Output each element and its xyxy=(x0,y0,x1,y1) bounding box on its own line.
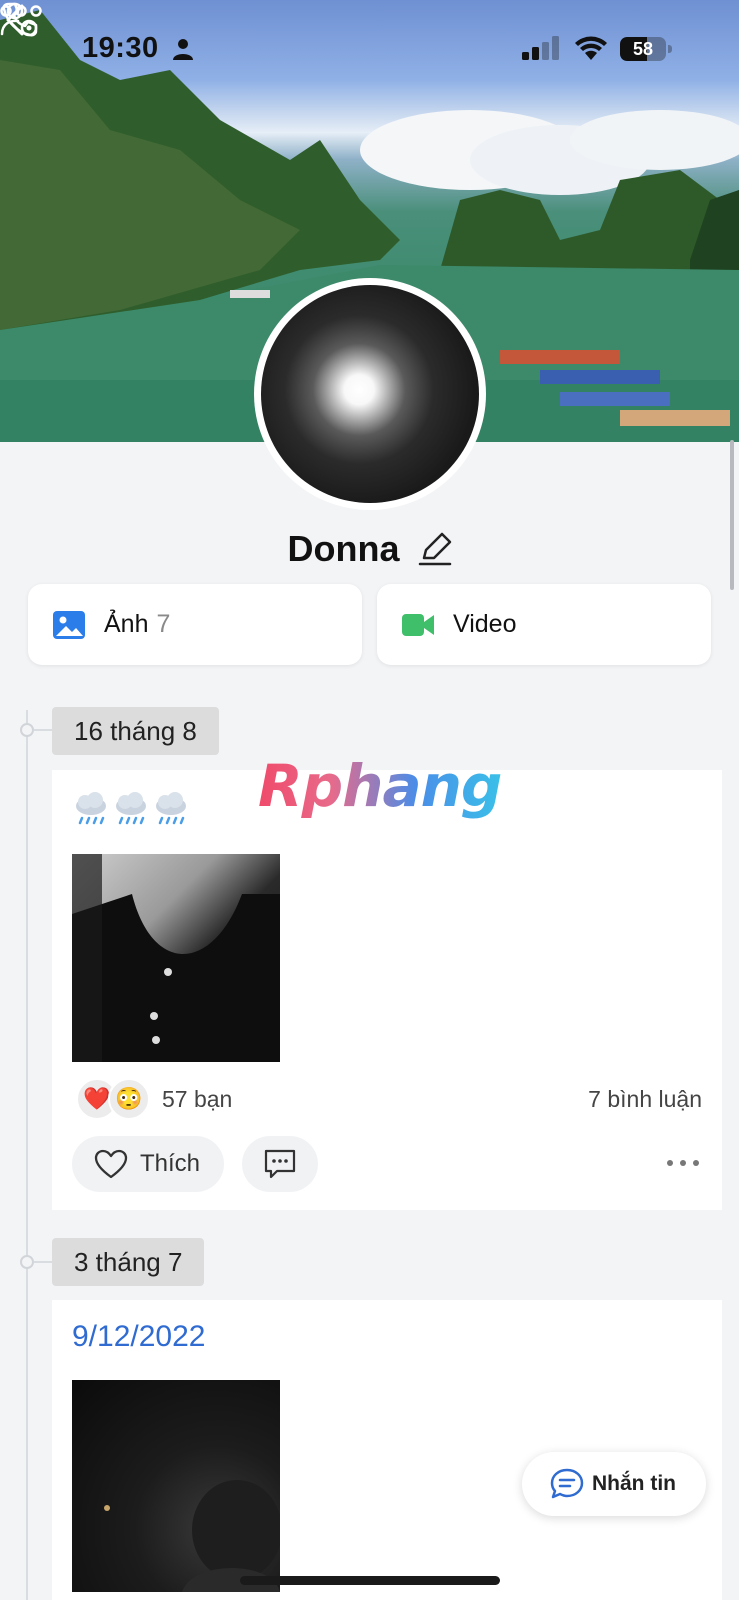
timeline-dot xyxy=(20,723,34,737)
home-indicator xyxy=(240,1576,500,1585)
like-button[interactable]: Thích xyxy=(72,1136,224,1192)
photo-icon xyxy=(53,610,85,639)
post-photo[interactable] xyxy=(72,1380,280,1592)
post-photo[interactable] xyxy=(72,854,280,1062)
edit-name-icon[interactable] xyxy=(418,532,452,566)
comment-count[interactable]: 7 bình luận xyxy=(588,1086,702,1113)
date-tag: 3 tháng 7 xyxy=(52,1238,205,1286)
post-text: 9/12/2022 xyxy=(72,1320,206,1353)
like-label: Thích xyxy=(140,1150,201,1177)
chat-bubble-icon xyxy=(550,1468,584,1499)
date-tag: 16 tháng 8 xyxy=(52,707,219,755)
post-more-button[interactable] xyxy=(666,1154,700,1172)
rain-cloud-icon xyxy=(156,792,186,825)
rain-cloud-icon xyxy=(76,792,106,825)
timeline-dot xyxy=(20,1255,34,1269)
videos-button[interactable]: Video xyxy=(377,584,711,665)
battery-level: 58 xyxy=(632,39,654,59)
heart-icon xyxy=(94,1149,128,1179)
person-icon xyxy=(173,39,193,60)
post-card[interactable]: ❤️ 😳 57 bạn 7 bình luận Thích xyxy=(52,770,722,1210)
video-camera-icon xyxy=(402,613,434,636)
profile-name-row: Donna xyxy=(0,524,739,574)
post-card[interactable]: 9/12/2022 xyxy=(52,1300,722,1600)
comment-button[interactable] xyxy=(242,1136,318,1192)
profile-avatar[interactable] xyxy=(254,278,486,510)
comment-icon xyxy=(264,1149,296,1179)
cellular-signal-icon xyxy=(522,36,559,60)
more-options-button[interactable] xyxy=(0,0,42,22)
timeline-line xyxy=(26,710,28,1600)
post-emoji-text xyxy=(72,790,190,828)
status-time: 19:30 xyxy=(82,32,159,64)
wifi-icon xyxy=(575,36,607,60)
photos-label: Ảnh xyxy=(104,610,149,638)
photos-count: 7 xyxy=(156,610,171,638)
watermark-logo: Rphang xyxy=(258,752,502,820)
message-button-label: Nhắn tin xyxy=(592,1472,676,1495)
status-bar: 19:30 58 xyxy=(0,28,739,68)
reaction-count: 57 bạn xyxy=(162,1085,233,1112)
reaction-summary[interactable]: ❤️ 😳 57 bạn xyxy=(76,1078,232,1120)
scrollbar[interactable] xyxy=(730,440,734,590)
videos-label: Video xyxy=(453,610,517,638)
profile-name: Donna xyxy=(287,528,400,569)
surprised-reaction-icon: 😳 xyxy=(108,1078,150,1120)
message-button[interactable]: Nhắn tin xyxy=(522,1452,706,1516)
photos-button[interactable]: Ảnh 7 xyxy=(28,584,362,665)
battery-icon: 58 xyxy=(620,37,672,61)
rain-cloud-icon xyxy=(116,792,146,825)
